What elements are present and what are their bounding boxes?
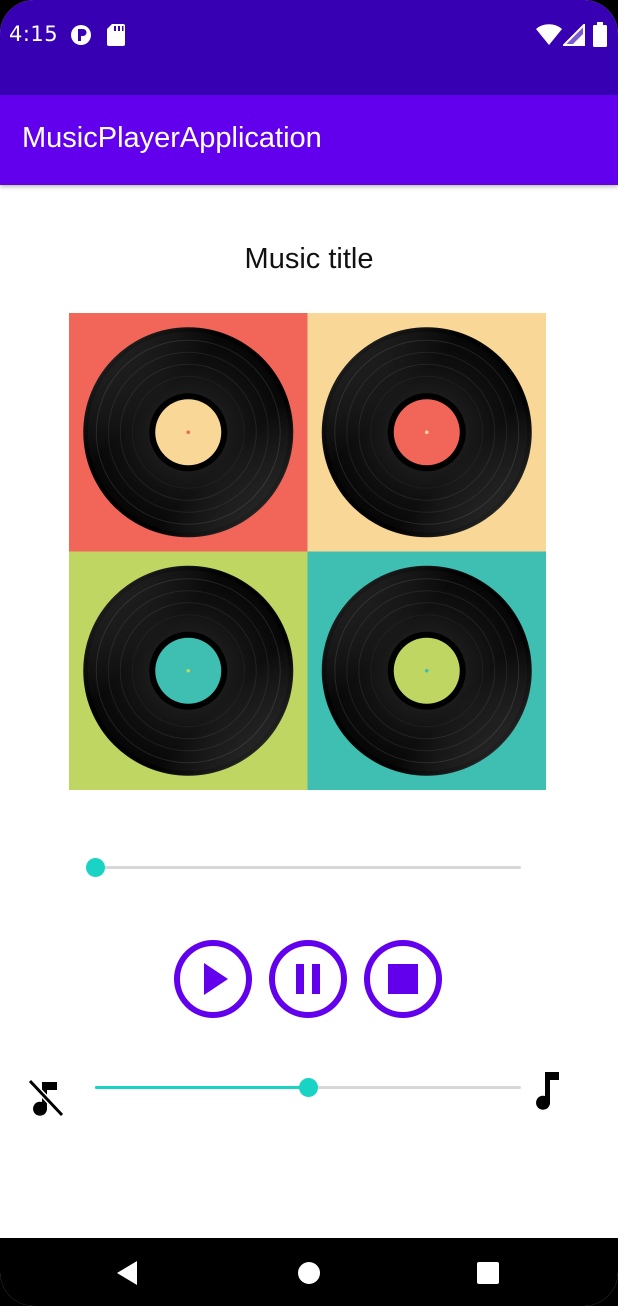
album-tile: [307, 551, 547, 791]
playback-controls: [0, 938, 618, 1020]
recents-icon[interactable]: [476, 1260, 500, 1290]
stop-button[interactable]: [362, 938, 444, 1020]
app-bar: MusicPlayerApplication: [0, 95, 618, 185]
album-tile: [69, 551, 308, 791]
music-title: Music title: [244, 243, 374, 275]
play-button[interactable]: [172, 938, 254, 1020]
music-note-icon[interactable]: [533, 1070, 561, 1114]
app-title: MusicPlayerApplication: [22, 122, 322, 154]
battery-icon: [593, 22, 607, 51]
pause-icon: [269, 940, 347, 1018]
navigation-bar: [0, 1238, 618, 1306]
stop-icon: [364, 940, 442, 1018]
pause-button[interactable]: [267, 938, 349, 1020]
status-time: 4:15: [9, 22, 59, 46]
phone-screen: 4:15 MusicPlayerApplication Music title: [0, 0, 618, 1306]
album-tile: [69, 313, 308, 552]
wifi-icon: [536, 24, 562, 50]
data-saver-icon: [70, 24, 92, 50]
album-tile: [307, 313, 547, 552]
play-icon: [174, 940, 252, 1018]
sd-card-icon: [107, 24, 125, 50]
volume-row: [0, 1062, 618, 1122]
status-bar: 4:15: [0, 0, 618, 95]
seek-bar[interactable]: [85, 853, 526, 883]
back-icon[interactable]: [115, 1260, 139, 1290]
volume-thumb[interactable]: [298, 1078, 318, 1097]
seek-track: [95, 866, 521, 869]
home-icon[interactable]: [297, 1260, 321, 1290]
vinyl-records-icon: [69, 313, 547, 791]
cell-signal-icon: [561, 22, 585, 50]
volume-progress: [95, 1086, 308, 1089]
volume-slider[interactable]: [86, 1073, 526, 1103]
seek-thumb[interactable]: [85, 858, 105, 877]
music-off-icon[interactable]: [27, 1078, 65, 1122]
album-art: [69, 313, 547, 791]
